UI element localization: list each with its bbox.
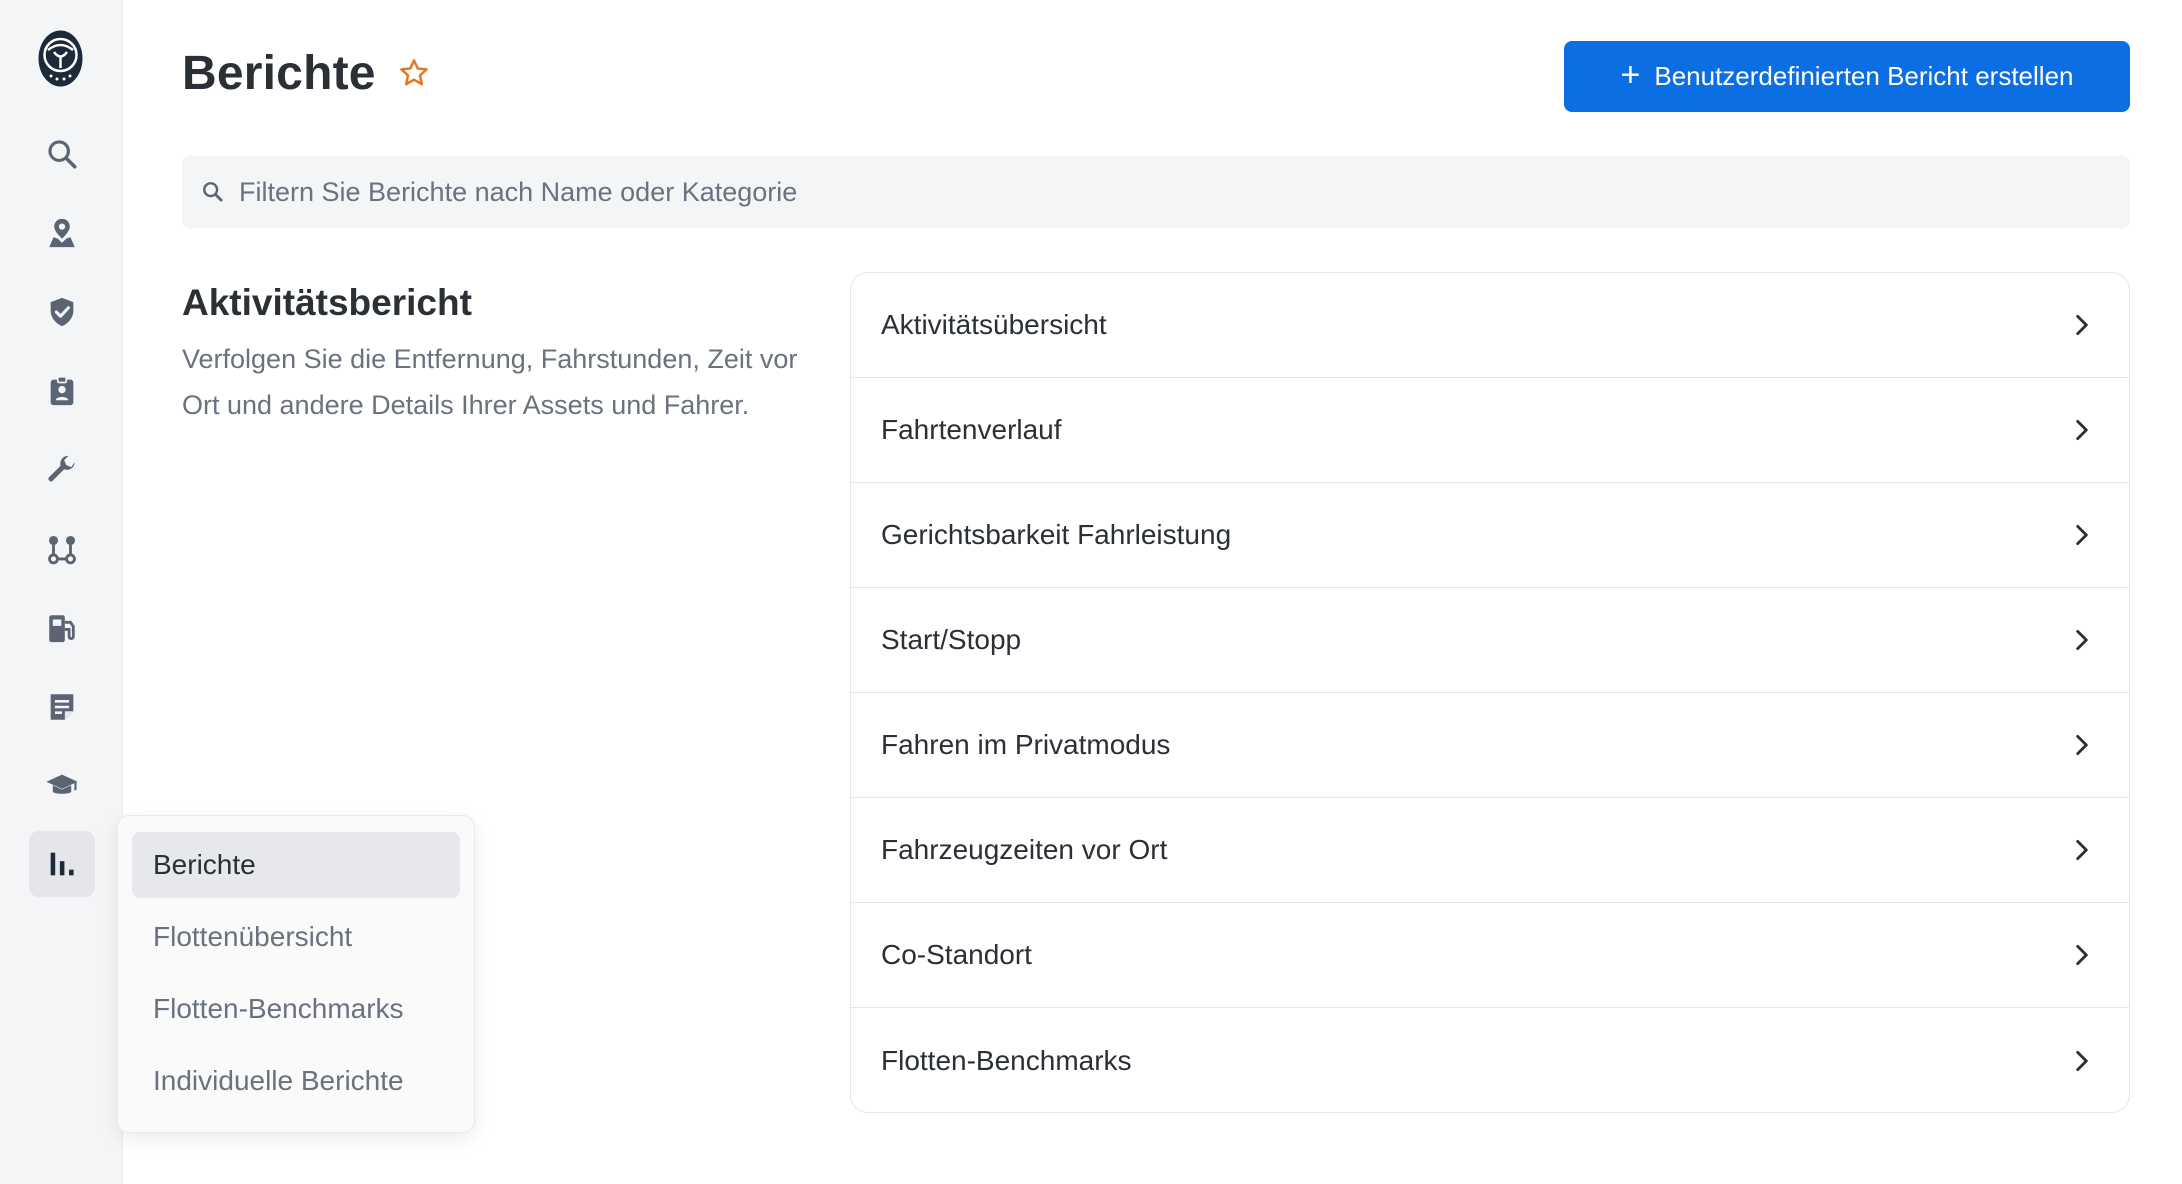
chevron-right-icon	[2076, 524, 2088, 546]
bar-chart-icon	[50, 852, 74, 876]
report-filter-input[interactable]	[239, 176, 2039, 208]
nav-search-button[interactable]	[29, 121, 95, 187]
search-icon	[48, 140, 77, 169]
route-icon	[48, 535, 76, 565]
shield-check-icon	[50, 297, 74, 327]
reports-flyout-menu: Berichte Flottenübersicht Flotten-Benchm…	[117, 815, 475, 1133]
wrench-icon	[48, 455, 75, 482]
nav-training-button[interactable]	[29, 753, 95, 819]
nav-compliance-button[interactable]	[29, 358, 95, 424]
chevron-right-icon	[2076, 944, 2088, 966]
chevron-right-icon	[2076, 839, 2088, 861]
flyout-item-flottenuebersicht[interactable]: Flottenübersicht	[132, 904, 460, 970]
report-item-label: Co-Standort	[881, 939, 1032, 970]
chevron-right-icon	[2076, 419, 2088, 441]
create-custom-report-label: Benutzerdefinierten Bericht erstellen	[1654, 61, 2074, 91]
page-title: Berichte	[182, 47, 376, 100]
flyout-item-berichte[interactable]: Berichte	[132, 832, 460, 898]
chevron-right-icon	[2076, 734, 2088, 756]
create-custom-report-button[interactable]: + Benutzerdefinierten Bericht erstellen	[1564, 41, 2130, 112]
report-item[interactable]: Fahren im Privatmodus	[851, 693, 2129, 798]
report-item[interactable]: Gerichtsbarkeit Fahrleistung	[851, 483, 2129, 588]
nav-routes-button[interactable]	[29, 516, 95, 582]
flyout-item-flotten-benchmarks[interactable]: Flotten-Benchmarks	[132, 976, 460, 1042]
search-icon	[203, 182, 223, 202]
search-bar[interactable]	[182, 156, 2130, 228]
report-item-label: Flotten-Benchmarks	[881, 1044, 1132, 1076]
chevron-right-icon	[2076, 629, 2088, 651]
document-icon	[50, 694, 74, 720]
nav-map-button[interactable]	[29, 200, 95, 266]
section-description: Verfolgen Sie die Entfernung, Fahrstunde…	[182, 344, 798, 420]
nav-safety-button[interactable]	[29, 279, 95, 345]
report-item-label: Fahrtenverlauf	[881, 414, 1062, 445]
chevron-right-icon	[2076, 1050, 2088, 1071]
nav-reports-button[interactable]	[29, 831, 95, 897]
graduation-cap-icon	[46, 774, 78, 794]
report-item-label: Fahrzeugzeiten vor Ort	[881, 834, 1168, 865]
report-list: Aktivitätsübersicht Fahrtenverlauf Geric…	[850, 272, 2130, 1113]
clipboard-badge-icon	[50, 375, 74, 406]
map-pin-icon	[49, 218, 75, 248]
report-item[interactable]: Co-Standort	[851, 903, 2129, 1008]
flyout-item-individuelle-berichte[interactable]: Individuelle Berichte	[132, 1048, 460, 1114]
report-item[interactable]: Flotten-Benchmarks	[851, 1008, 2129, 1112]
nav-documents-button[interactable]	[29, 674, 95, 740]
plus-icon: +	[1620, 56, 1641, 94]
section-title: Aktivitätsbericht	[182, 282, 472, 323]
report-item-label: Gerichtsbarkeit Fahrleistung	[881, 519, 1232, 550]
report-item[interactable]: Start/Stopp	[851, 588, 2129, 693]
sidebar-rail	[0, 0, 123, 1184]
nav-fuel-button[interactable]	[29, 595, 95, 661]
report-item[interactable]: Fahrzeugzeiten vor Ort	[851, 798, 2129, 903]
fuel-icon	[49, 615, 75, 643]
nav-maintenance-button[interactable]	[29, 437, 95, 503]
report-item-label: Fahren im Privatmodus	[881, 729, 1171, 760]
chevron-right-icon	[2076, 314, 2088, 336]
favorite-star-icon[interactable]	[398, 57, 430, 89]
report-item-label: Start/Stopp	[881, 624, 1022, 655]
report-item[interactable]: Aktivitätsübersicht	[851, 273, 2129, 378]
report-item-label: Aktivitätsübersicht	[881, 309, 1107, 340]
report-item[interactable]: Fahrtenverlauf	[851, 378, 2129, 483]
logo-owl-icon[interactable]	[37, 28, 84, 89]
